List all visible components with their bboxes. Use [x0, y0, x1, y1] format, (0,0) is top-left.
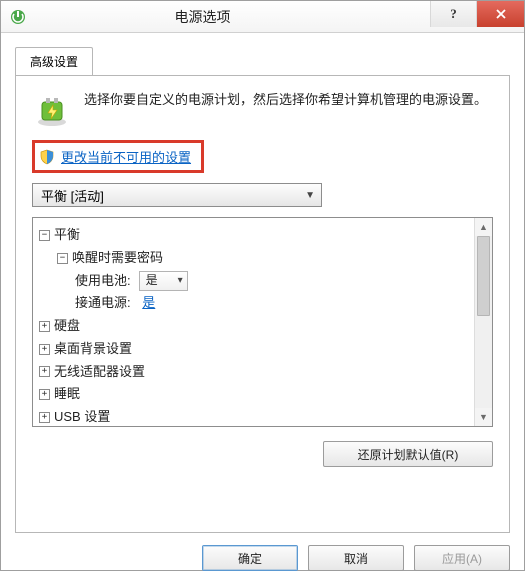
expand-toggle[interactable]: + — [39, 344, 50, 355]
scroll-up-button[interactable]: ▲ — [475, 218, 492, 236]
collapse-toggle[interactable]: − — [39, 230, 50, 241]
chevron-down-icon: ▾ — [178, 272, 183, 290]
tab-panel: 选择你要自定义的电源计划，然后选择你希望计算机管理的电源设置。 更改当前不可用的… — [15, 75, 510, 533]
on-battery-value: 是 — [146, 270, 158, 291]
tree-node-usb-settings[interactable]: USB 设置 — [54, 406, 110, 426]
scroll-track[interactable] — [475, 236, 492, 408]
apply-button: 应用(A) — [414, 545, 510, 571]
tab-advanced-settings[interactable]: 高级设置 — [15, 47, 93, 76]
ok-button[interactable]: 确定 — [202, 545, 298, 571]
restore-defaults-button[interactable]: 还原计划默认值(R) — [323, 441, 493, 467]
dialog-window: 电源选项 ? 高级设置 — [0, 0, 525, 571]
power-options-icon — [9, 8, 27, 26]
cancel-button[interactable]: 取消 — [308, 545, 404, 571]
settings-tree[interactable]: −平衡 −唤醒时需要密码 使用电池: 是 ▾ 接通电源: 是 +硬盘 — [33, 218, 474, 426]
tree-node-balanced[interactable]: 平衡 — [54, 224, 80, 247]
title-bar-buttons: ? — [430, 1, 524, 32]
expand-toggle[interactable]: + — [39, 412, 50, 423]
close-button[interactable] — [476, 1, 524, 27]
restore-row: 还原计划默认值(R) — [32, 441, 493, 467]
client-area: 高级设置 选择你要自定义的电源计划，然后选择你希望计算机管理的电源设置。 — [1, 34, 524, 570]
dialog-button-row: 确定 取消 应用(A) — [15, 545, 510, 571]
tree-scrollbar[interactable]: ▲ ▼ — [474, 218, 492, 426]
plugged-in-value[interactable]: 是 — [142, 292, 155, 315]
tree-node-hard-disk[interactable]: 硬盘 — [54, 315, 80, 338]
tree-node-wake-password[interactable]: 唤醒时需要密码 — [72, 247, 163, 270]
change-unavailable-settings-link[interactable]: 更改当前不可用的设置 — [61, 147, 191, 166]
battery-icon — [32, 90, 72, 130]
title-bar: 电源选项 ? — [1, 1, 524, 33]
help-button[interactable]: ? — [430, 1, 476, 27]
power-plan-selected-label: 平衡 [活动] — [41, 186, 104, 205]
chevron-down-icon: ▼ — [305, 190, 315, 201]
plugged-in-label: 接通电源: — [75, 292, 131, 315]
on-battery-value-combo[interactable]: 是 ▾ — [139, 271, 188, 291]
expand-toggle[interactable]: + — [39, 389, 50, 400]
tree-node-sleep[interactable]: 睡眠 — [54, 383, 80, 406]
scroll-down-button[interactable]: ▼ — [475, 408, 492, 426]
tree-node-desktop-background[interactable]: 桌面背景设置 — [54, 338, 132, 361]
scroll-thumb[interactable] — [477, 236, 490, 316]
expand-toggle[interactable]: + — [39, 321, 50, 332]
settings-tree-container: −平衡 −唤醒时需要密码 使用电池: 是 ▾ 接通电源: 是 +硬盘 — [32, 217, 493, 427]
expand-toggle[interactable]: + — [39, 366, 50, 377]
intro-text: 选择你要自定义的电源计划，然后选择你希望计算机管理的电源设置。 — [84, 90, 487, 130]
uac-shield-icon — [39, 149, 55, 165]
power-plan-select[interactable]: 平衡 [活动] ▼ — [32, 183, 322, 207]
tab-strip: 高级设置 — [15, 46, 510, 75]
tree-node-wireless-adapter[interactable]: 无线适配器设置 — [54, 361, 145, 384]
window-title: 电源选项 — [35, 7, 430, 27]
change-unavailable-link-box: 更改当前不可用的设置 — [32, 140, 204, 173]
collapse-toggle[interactable]: − — [57, 253, 68, 264]
on-battery-label: 使用电池: — [75, 270, 131, 293]
intro-row: 选择你要自定义的电源计划，然后选择你希望计算机管理的电源设置。 — [32, 90, 493, 130]
